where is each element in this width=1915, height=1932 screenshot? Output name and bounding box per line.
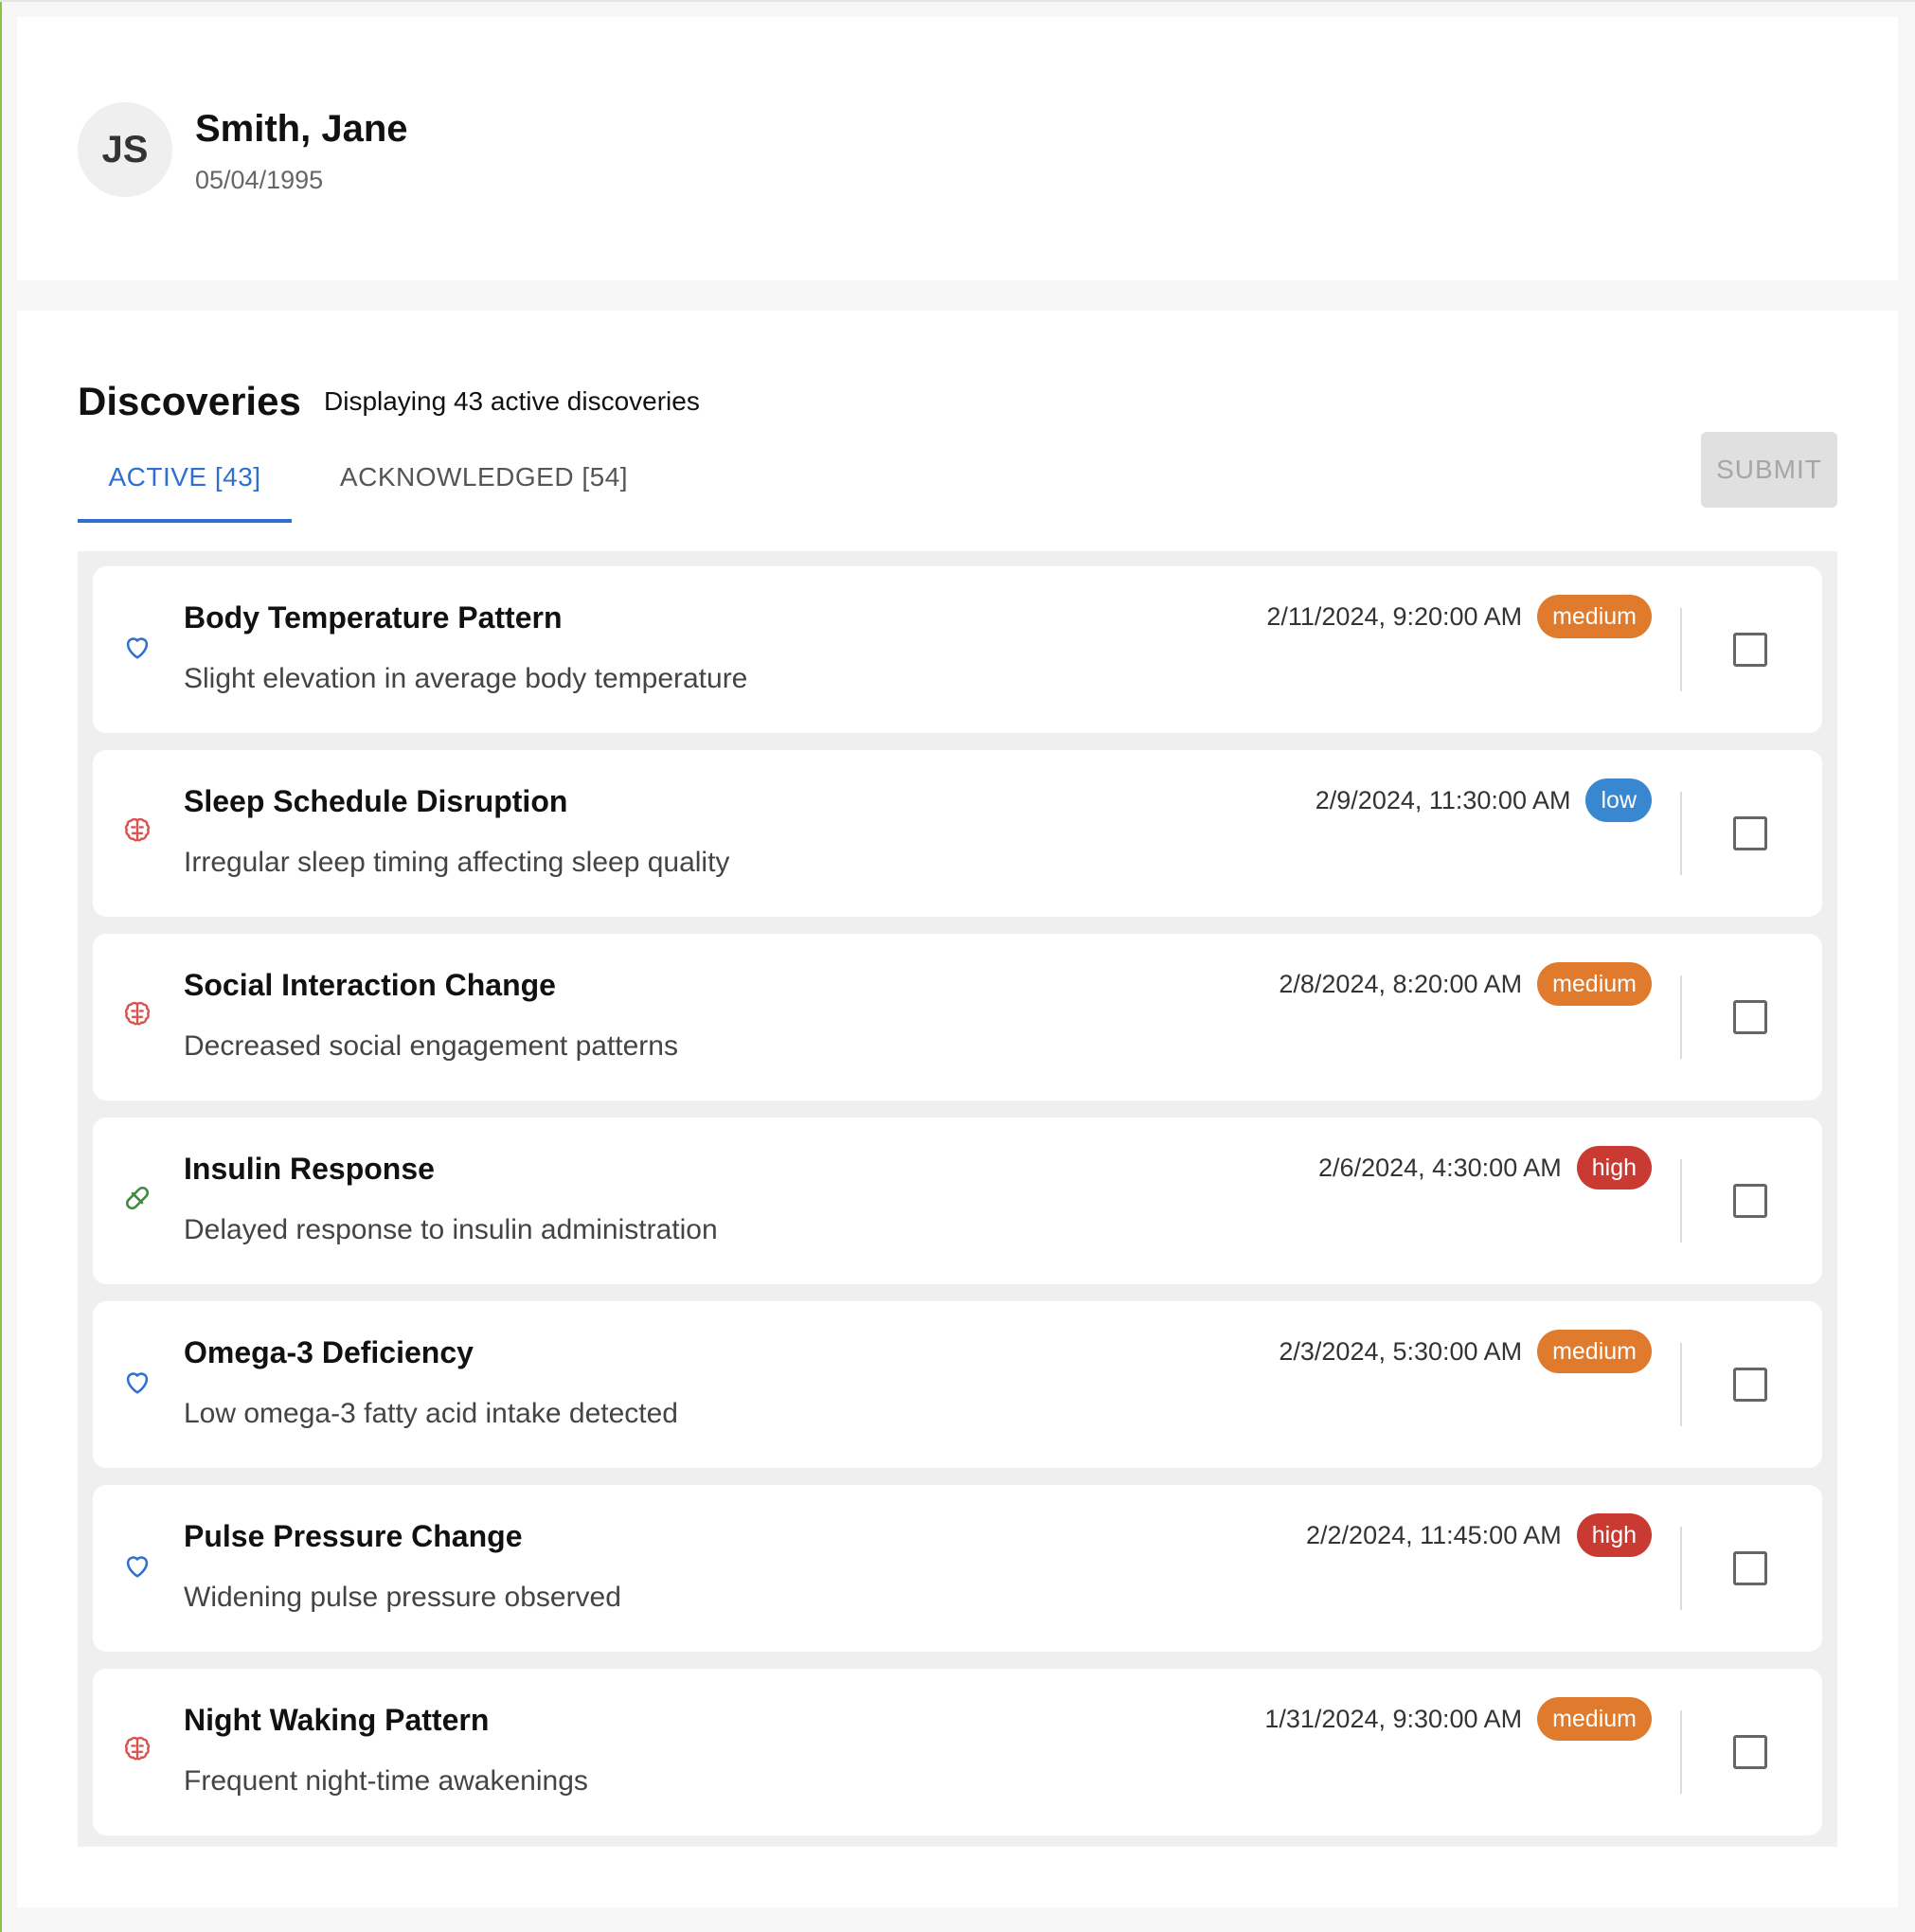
- divider: [1680, 792, 1682, 875]
- window-top-edge: [0, 0, 1915, 2]
- brain-icon: [121, 1733, 153, 1765]
- discovery-date: 2/2/2024, 11:45:00 AM: [1306, 1520, 1562, 1549]
- discovery-meta: 1/31/2024, 9:30:00 AM medium: [1264, 1697, 1652, 1741]
- discovery-description: Delayed response to insulin administrati…: [184, 1214, 718, 1245]
- discovery-description: Widening pulse pressure observed: [184, 1582, 621, 1613]
- discovery-meta: 2/11/2024, 9:20:00 AM medium: [1266, 595, 1652, 638]
- heart-icon: [121, 1549, 153, 1582]
- severity-badge: medium: [1537, 962, 1652, 1006]
- discoveries-panel: Discoveries Displaying 43 active discove…: [17, 311, 1898, 1907]
- discovery-meta: 2/3/2024, 5:30:00 AM medium: [1279, 1330, 1652, 1373]
- discovery-title: Night Waking Pattern: [184, 1703, 490, 1737]
- patient-dob: 05/04/1995: [195, 166, 324, 194]
- severity-badge: medium: [1537, 595, 1652, 638]
- acknowledge-checkbox[interactable]: [1733, 1184, 1767, 1218]
- tab-acknowledged[interactable]: ACKNOWLEDGED [54]: [322, 453, 646, 523]
- discovery-description: Slight elevation in average body tempera…: [184, 663, 748, 694]
- discovery-title: Body Temperature Pattern: [184, 600, 563, 635]
- discovery-meta: 2/6/2024, 4:30:00 AM high: [1318, 1146, 1652, 1190]
- discovery-meta: 2/2/2024, 11:45:00 AM high: [1306, 1513, 1652, 1557]
- window-left-edge: [0, 0, 2, 1932]
- severity-badge: medium: [1537, 1697, 1652, 1741]
- brain-icon: [121, 998, 153, 1030]
- discovery-meta: 2/8/2024, 8:20:00 AM medium: [1279, 962, 1652, 1006]
- acknowledge-checkbox[interactable]: [1733, 1551, 1767, 1585]
- severity-badge: high: [1576, 1513, 1652, 1557]
- patient-name: Smith, Jane: [195, 108, 408, 150]
- discoveries-list: Body Temperature Pattern Slight elevation…: [78, 551, 1837, 1847]
- list-item[interactable]: Pulse Pressure Change Widening pulse pres…: [93, 1485, 1822, 1652]
- divider: [1680, 1343, 1682, 1426]
- heart-icon: [121, 631, 153, 663]
- patient-header: JS Smith, Jane 05/04/1995: [17, 17, 1898, 280]
- discovery-description: Decreased social engagement patterns: [184, 1030, 678, 1062]
- discovery-title: Sleep Schedule Disruption: [184, 784, 568, 818]
- discovery-description: Frequent night-time awakenings: [184, 1765, 588, 1797]
- severity-badge: high: [1576, 1146, 1652, 1190]
- acknowledge-checkbox[interactable]: [1733, 1735, 1767, 1769]
- discovery-title: Insulin Response: [184, 1152, 435, 1186]
- acknowledge-checkbox[interactable]: [1733, 1000, 1767, 1034]
- severity-badge: low: [1585, 778, 1652, 822]
- heart-icon: [121, 1366, 153, 1398]
- list-item[interactable]: Omega-3 Deficiency Low omega-3 fatty acid…: [93, 1301, 1822, 1468]
- discovery-title: Pulse Pressure Change: [184, 1519, 523, 1553]
- acknowledge-checkbox[interactable]: [1733, 633, 1767, 667]
- discovery-date: 2/6/2024, 4:30:00 AM: [1318, 1153, 1562, 1182]
- discovery-date: 2/8/2024, 8:20:00 AM: [1279, 969, 1523, 998]
- acknowledge-checkbox[interactable]: [1733, 1368, 1767, 1402]
- severity-badge: medium: [1537, 1330, 1652, 1373]
- discovery-date: 1/31/2024, 9:30:00 AM: [1264, 1704, 1523, 1733]
- brain-icon: [121, 814, 153, 847]
- divider: [1680, 1710, 1682, 1794]
- submit-button[interactable]: SUBMIT: [1701, 432, 1837, 508]
- discovery-title: Omega-3 Deficiency: [184, 1335, 474, 1369]
- acknowledge-checkbox[interactable]: [1733, 816, 1767, 850]
- list-item[interactable]: Body Temperature Pattern Slight elevation…: [93, 566, 1822, 733]
- avatar: JS: [78, 102, 172, 197]
- page-title: Discoveries: [78, 379, 301, 423]
- discovery-description: Irregular sleep timing affecting sleep q…: [184, 847, 730, 878]
- discovery-date: 2/11/2024, 9:20:00 AM: [1266, 601, 1523, 631]
- list-item[interactable]: Social Interaction Change Decreased socia…: [93, 934, 1822, 1100]
- discovery-date: 2/3/2024, 5:30:00 AM: [1279, 1336, 1523, 1366]
- divider: [1680, 1159, 1682, 1243]
- list-item[interactable]: Sleep Schedule Disruption Irregular sleep…: [93, 750, 1822, 917]
- divider: [1680, 1527, 1682, 1610]
- list-item[interactable]: Night Waking Pattern Frequent night-time …: [93, 1669, 1822, 1835]
- discoveries-count-text: Displaying 43 active discoveries: [324, 386, 700, 416]
- tab-active[interactable]: ACTIVE [43]: [78, 453, 292, 523]
- pill-icon: [121, 1182, 153, 1214]
- list-item[interactable]: Insulin Response Delayed response to insu…: [93, 1118, 1822, 1284]
- discovery-date: 2/9/2024, 11:30:00 AM: [1315, 785, 1571, 814]
- divider: [1680, 975, 1682, 1059]
- divider: [1680, 608, 1682, 691]
- discovery-title: Social Interaction Change: [184, 968, 556, 1002]
- discovery-description: Low omega-3 fatty acid intake detected: [184, 1398, 678, 1429]
- discovery-meta: 2/9/2024, 11:30:00 AM low: [1315, 778, 1652, 822]
